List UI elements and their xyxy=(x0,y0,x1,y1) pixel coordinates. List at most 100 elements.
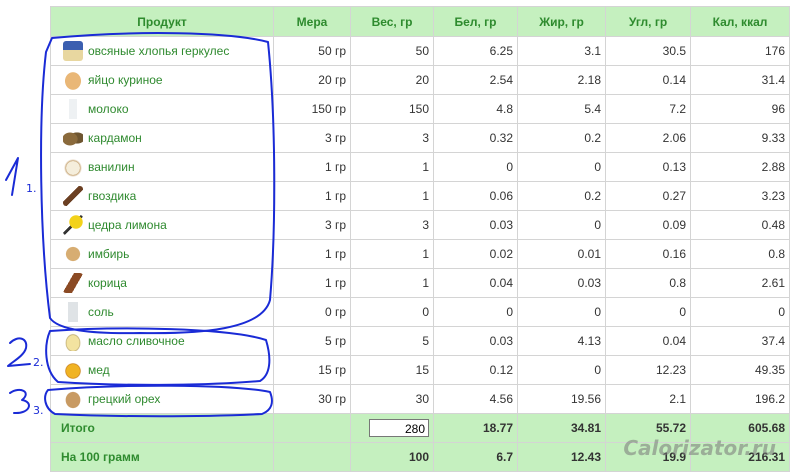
honey-icon xyxy=(63,360,83,380)
product-name-link[interactable]: ванилин xyxy=(88,160,135,174)
per100-label: На 100 грамм xyxy=(50,442,274,472)
product-cell[interactable]: цедра лимона xyxy=(50,210,274,240)
kcal-cell: 2.61 xyxy=(690,268,790,298)
total-measure-empty xyxy=(273,413,351,443)
annotation-label-2: 2. xyxy=(33,356,44,369)
header-fat[interactable]: Жир, гр xyxy=(517,6,606,37)
weight-cell: 0 xyxy=(350,297,434,327)
product-name-link[interactable]: мед xyxy=(88,363,110,377)
annotation-label-1: 1. xyxy=(26,182,37,195)
weight-cell: 3 xyxy=(350,210,434,240)
product-cell[interactable]: масло сливочное xyxy=(50,326,274,356)
product-name-link[interactable]: имбирь xyxy=(88,247,129,261)
weight-cell: 3 xyxy=(350,123,434,153)
fat-cell: 0 xyxy=(517,355,606,385)
product-cell[interactable]: кардамон xyxy=(50,123,274,153)
kcal-cell: 31.4 xyxy=(690,65,790,95)
table-row: кардамон 3 гр 3 0.32 0.2 2.06 9.33 xyxy=(50,123,790,153)
header-carbs[interactable]: Угл, гр xyxy=(605,6,691,37)
kcal-cell: 3.23 xyxy=(690,181,790,211)
product-name-link[interactable]: яйцо куриное xyxy=(88,73,163,87)
carbs-cell: 0.14 xyxy=(605,65,691,95)
product-cell[interactable]: молоко xyxy=(50,94,274,124)
kcal-cell: 9.33 xyxy=(690,123,790,153)
product-cell[interactable]: гвоздика xyxy=(50,181,274,211)
cardamom-icon xyxy=(63,128,83,148)
total-protein: 18.77 xyxy=(433,413,518,443)
product-cell[interactable]: ванилин xyxy=(50,152,274,182)
total-weight-input[interactable]: 280 xyxy=(369,419,429,437)
product-name-link[interactable]: гвоздика xyxy=(88,189,136,203)
oat-flakes-icon xyxy=(63,41,83,61)
total-fat: 34.81 xyxy=(517,413,606,443)
product-cell[interactable]: мед xyxy=(50,355,274,385)
header-weight[interactable]: Вес, гр xyxy=(350,6,434,37)
carbs-cell: 0.8 xyxy=(605,268,691,298)
nutrition-table: Продукт Мера Вес, гр Бел, гр Жир, гр Угл… xyxy=(50,6,790,472)
clove-icon xyxy=(63,186,83,206)
product-cell[interactable]: имбирь xyxy=(50,239,274,269)
weight-cell: 1 xyxy=(350,239,434,269)
walnut-icon xyxy=(63,389,83,409)
weight-cell: 1 xyxy=(350,268,434,298)
carbs-cell: 0.16 xyxy=(605,239,691,269)
table-row: масло сливочное 5 гр 5 0.03 4.13 0.04 37.4 xyxy=(50,326,790,356)
kcal-cell: 176 xyxy=(690,36,790,66)
protein-cell: 0.06 xyxy=(433,181,518,211)
table-row: ванилин 1 гр 1 0 0 0.13 2.88 xyxy=(50,152,790,182)
table-row: корица 1 гр 1 0.04 0.03 0.8 2.61 xyxy=(50,268,790,298)
carbs-cell: 7.2 xyxy=(605,94,691,124)
weight-cell: 150 xyxy=(350,94,434,124)
table-row: молоко 150 гр 150 4.8 5.4 7.2 96 xyxy=(50,94,790,124)
cinnamon-icon xyxy=(63,273,83,293)
kcal-cell: 96 xyxy=(690,94,790,124)
fat-cell: 0 xyxy=(517,152,606,182)
protein-cell: 0.04 xyxy=(433,268,518,298)
weight-cell: 1 xyxy=(350,152,434,182)
fat-cell: 0.01 xyxy=(517,239,606,269)
product-name-link[interactable]: корица xyxy=(88,276,127,290)
product-name-link[interactable]: масло сливочное xyxy=(88,334,185,348)
product-name-link[interactable]: цедра лимона xyxy=(88,218,167,232)
product-cell[interactable]: соль xyxy=(50,297,274,327)
kcal-cell: 2.88 xyxy=(690,152,790,182)
ginger-icon xyxy=(63,244,83,264)
measure-cell: 3 гр xyxy=(273,123,351,153)
total-weight-cell: 280 xyxy=(350,413,434,443)
product-name-link[interactable]: грецкий орех xyxy=(88,392,160,406)
measure-cell: 150 гр xyxy=(273,94,351,124)
kcal-cell: 49.35 xyxy=(690,355,790,385)
table-row: грецкий орех 30 гр 30 4.56 19.56 2.1 196.2 xyxy=(50,384,790,414)
measure-cell: 50 гр xyxy=(273,36,351,66)
product-name-link[interactable]: овсяные хлопья геркулес xyxy=(88,44,229,58)
annotation-digit-1-stroke xyxy=(5,157,19,196)
carbs-cell: 12.23 xyxy=(605,355,691,385)
table-row: имбирь 1 гр 1 0.02 0.01 0.16 0.8 xyxy=(50,239,790,269)
kcal-cell: 37.4 xyxy=(690,326,790,356)
header-kcal[interactable]: Кал, ккал xyxy=(690,6,790,37)
table-row: цедра лимона 3 гр 3 0.03 0 0.09 0.48 xyxy=(50,210,790,240)
protein-cell: 0 xyxy=(433,152,518,182)
kcal-cell: 0 xyxy=(690,297,790,327)
weight-cell: 20 xyxy=(350,65,434,95)
product-cell[interactable]: яйцо куриное xyxy=(50,65,274,95)
product-name-link[interactable]: кардамон xyxy=(88,131,142,145)
product-name-link[interactable]: молоко xyxy=(88,102,129,116)
per100-fat: 12.43 xyxy=(517,442,606,472)
header-product[interactable]: Продукт xyxy=(50,6,274,37)
product-cell[interactable]: грецкий орех xyxy=(50,384,274,414)
measure-cell: 15 гр xyxy=(273,355,351,385)
lemon-zest-icon xyxy=(63,215,83,235)
fat-cell: 4.13 xyxy=(517,326,606,356)
header-protein[interactable]: Бел, гр xyxy=(433,6,518,37)
product-cell[interactable]: овсяные хлопья геркулес xyxy=(50,36,274,66)
protein-cell: 4.8 xyxy=(433,94,518,124)
annotation-digit-2-stroke xyxy=(7,337,31,367)
vanilla-icon xyxy=(63,157,83,177)
product-name-link[interactable]: соль xyxy=(88,305,114,319)
weight-cell: 1 xyxy=(350,181,434,211)
product-cell[interactable]: корица xyxy=(50,268,274,298)
header-measure[interactable]: Мера xyxy=(273,6,351,37)
measure-cell: 1 гр xyxy=(273,268,351,298)
measure-cell: 1 гр xyxy=(273,239,351,269)
